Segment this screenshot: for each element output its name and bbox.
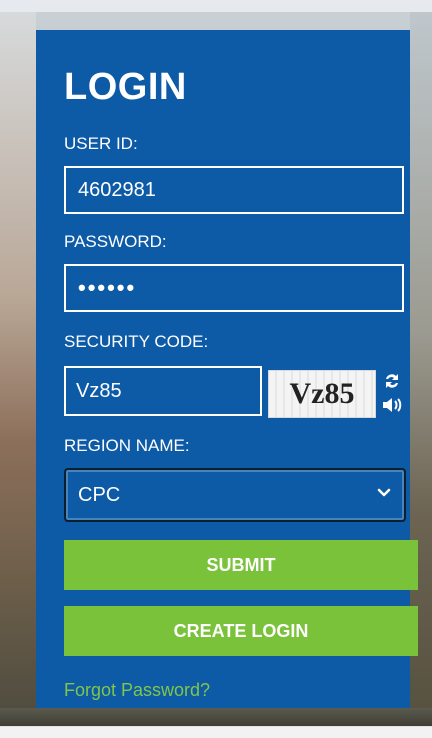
audio-icon[interactable]	[380, 394, 404, 416]
background-left-strip	[0, 12, 36, 728]
captcha-text: Vz85	[289, 377, 355, 410]
security-code-field[interactable]: Vz85	[64, 366, 262, 416]
region-selected-value: CPC	[78, 483, 121, 506]
security-code-label: SECURITY CODE:	[64, 332, 209, 351]
security-code-value: Vz85	[76, 379, 122, 402]
create-login-button[interactable]: CREATE LOGIN	[64, 606, 418, 656]
user-id-value: 4602981	[78, 178, 156, 201]
login-panel: LOGIN USER ID: 4602981 PASSWORD: •••••• …	[36, 30, 418, 708]
password-field[interactable]: ••••••	[64, 264, 404, 312]
password-label: PASSWORD:	[64, 232, 167, 251]
background-bottom-strip	[0, 708, 432, 738]
region-label: REGION NAME:	[64, 436, 190, 455]
login-title: LOGIN	[64, 66, 187, 108]
captcha-controls	[380, 370, 404, 418]
user-id-field[interactable]: 4602981	[64, 166, 404, 214]
refresh-icon[interactable]	[380, 370, 404, 392]
forgot-password-link[interactable]: Forgot Password?	[64, 680, 210, 701]
password-value: ••••••	[78, 275, 137, 300]
user-id-label: USER ID:	[64, 134, 138, 153]
region-select[interactable]: CPC	[64, 468, 406, 522]
submit-button[interactable]: SUBMIT	[64, 540, 418, 590]
submit-label: SUBMIT	[206, 554, 276, 575]
create-login-label: CREATE LOGIN	[173, 620, 309, 641]
captcha-image: Vz85	[268, 370, 376, 418]
chevron-down-icon	[377, 488, 391, 497]
